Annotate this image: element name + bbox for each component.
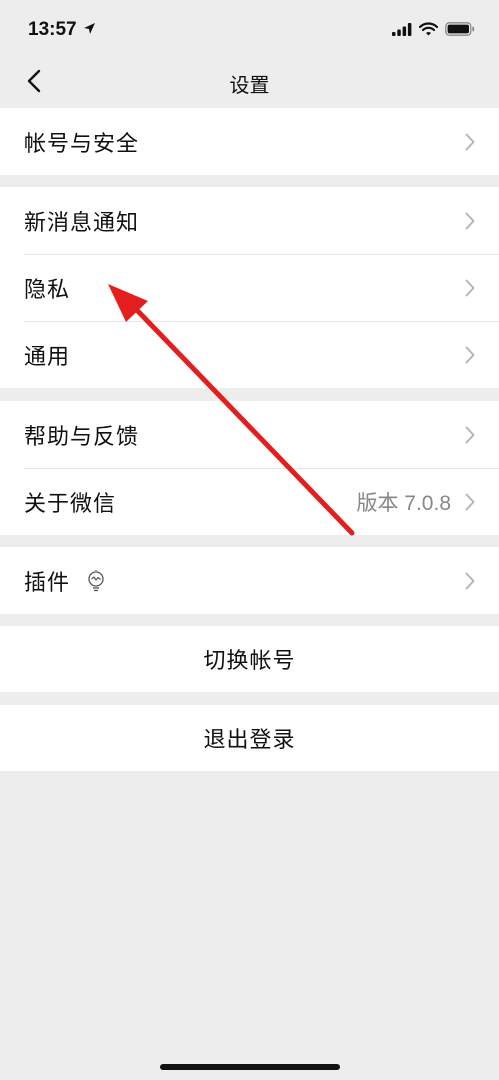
settings-group-about: 帮助与反馈 关于微信 版本 7.0.8	[0, 401, 499, 535]
settings-item-label: 帐号与安全	[24, 131, 140, 157]
settings-item-notifications[interactable]: 新消息通知	[0, 187, 499, 254]
battery-icon	[445, 21, 475, 40]
settings-item-label: 隐私	[24, 277, 71, 303]
logout-group: 退出登录	[0, 705, 499, 771]
status-time: 13:57	[28, 19, 96, 41]
logout-button[interactable]: 退出登录	[0, 705, 499, 771]
settings-item-label: 新消息通知	[24, 210, 140, 236]
settings-group-account: 帐号与安全	[0, 108, 499, 175]
settings-item-account-security[interactable]: 帐号与安全	[0, 108, 499, 175]
settings-item-label: 通用	[24, 344, 71, 370]
wifi-icon	[418, 21, 439, 40]
settings-item-label: 插件	[24, 570, 71, 596]
chevron-right-icon	[465, 493, 475, 511]
settings-item-label: 帮助与反馈	[24, 424, 140, 450]
page-title: 设置	[229, 72, 270, 97]
chevron-right-icon	[465, 279, 475, 297]
status-time-text: 13:57	[28, 19, 77, 40]
status-bar: 13:57	[0, 0, 499, 60]
switch-account-button[interactable]: 切换帐号	[0, 626, 499, 692]
home-indicator[interactable]	[160, 1064, 340, 1070]
lightbulb-icon	[86, 569, 106, 592]
chevron-right-icon	[465, 426, 475, 444]
chevron-right-icon	[465, 212, 475, 230]
chevron-left-icon	[27, 69, 41, 97]
status-icons	[392, 21, 475, 40]
settings-item-help-feedback[interactable]: 帮助与反馈	[0, 401, 499, 468]
cellular-signal-icon	[392, 21, 412, 40]
settings-item-general[interactable]: 通用	[0, 321, 499, 388]
switch-account-group: 切换帐号	[0, 626, 499, 692]
back-button[interactable]	[18, 66, 50, 100]
settings-item-plugins[interactable]: 插件	[0, 547, 499, 614]
version-value: 版本 7.0.8	[356, 491, 451, 515]
settings-item-privacy[interactable]: 隐私	[0, 254, 499, 321]
settings-group-general: 新消息通知 隐私 通用	[0, 187, 499, 388]
settings-item-about-wechat[interactable]: 关于微信 版本 7.0.8	[0, 468, 499, 535]
navigation-bar: 设置	[0, 60, 499, 106]
chevron-right-icon	[465, 572, 475, 590]
settings-group-plugins: 插件	[0, 547, 499, 614]
location-arrow-icon	[83, 19, 96, 41]
settings-item-label: 关于微信	[24, 491, 117, 517]
chevron-right-icon	[465, 346, 475, 364]
chevron-right-icon	[465, 133, 475, 151]
